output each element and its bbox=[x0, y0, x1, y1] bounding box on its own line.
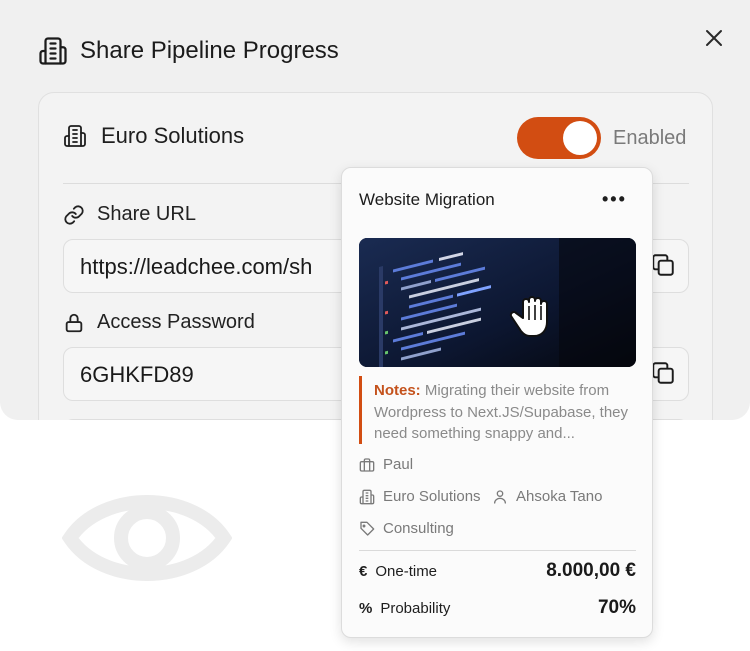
toggle-label: Enabled bbox=[613, 127, 687, 149]
probability-label: Probability bbox=[380, 599, 451, 617]
one-time-value: 8.000,00 € bbox=[546, 560, 636, 581]
probability-row: % Probability 70% bbox=[359, 597, 636, 619]
one-time-row: € One-time 8.000,00 € bbox=[359, 560, 636, 582]
notes-label: Notes: bbox=[374, 382, 421, 399]
one-time-label: One-time bbox=[375, 562, 438, 580]
card-title: Website Migration bbox=[359, 190, 495, 209]
close-icon bbox=[706, 30, 722, 46]
company-name: Euro Solutions bbox=[101, 123, 245, 148]
deal-notes: Notes: Migrating their website from Word… bbox=[359, 376, 636, 444]
copy-icon bbox=[652, 362, 674, 384]
euro-icon: € bbox=[359, 562, 368, 580]
tag-icon bbox=[359, 521, 375, 537]
card-divider bbox=[359, 550, 636, 551]
lock-icon bbox=[63, 312, 85, 334]
copy-password-button[interactable] bbox=[650, 360, 678, 388]
share-toggle[interactable] bbox=[517, 117, 601, 159]
copy-icon bbox=[652, 254, 674, 276]
building-icon bbox=[359, 489, 375, 505]
briefcase-icon bbox=[359, 457, 375, 473]
contact-name: Ahsoka Tano bbox=[516, 488, 603, 505]
building-icon bbox=[63, 124, 87, 148]
password-value: 6GHKFD89 bbox=[80, 362, 194, 387]
probability-key: % Probability bbox=[359, 600, 450, 617]
modal-title: Share Pipeline Progress bbox=[38, 36, 339, 66]
contact-meta: Ahsoka Tano bbox=[492, 488, 602, 505]
copy-url-button[interactable] bbox=[650, 252, 678, 280]
modal-title-text: Share Pipeline Progress bbox=[80, 37, 339, 64]
category-name: Consulting bbox=[383, 520, 454, 537]
card-company: Euro Solutions bbox=[383, 488, 481, 505]
building-icon bbox=[38, 36, 68, 66]
percent-icon: % bbox=[359, 599, 373, 617]
share-url-label: Share URL bbox=[63, 203, 196, 226]
password-label: Access Password bbox=[63, 311, 255, 334]
toggle-knob bbox=[563, 121, 597, 155]
stage: Share Pipeline Progress Euro Solutions E… bbox=[0, 0, 750, 651]
owner-row: Paul bbox=[359, 456, 413, 473]
probability-value: 70% bbox=[597, 597, 636, 618]
link-icon bbox=[63, 204, 85, 226]
deal-card[interactable]: Website Migration ••• Notes: Migrating t… bbox=[341, 167, 653, 638]
share-url-value: https://leadchee.com/sh bbox=[80, 254, 313, 279]
password-label-text: Access Password bbox=[97, 311, 255, 333]
one-time-key: € One-time bbox=[359, 563, 437, 580]
eye-icon bbox=[62, 480, 232, 595]
company-meta: Euro Solutions bbox=[359, 488, 481, 505]
more-options-icon[interactable]: ••• bbox=[602, 190, 627, 208]
category-meta: Consulting bbox=[359, 520, 454, 537]
user-icon bbox=[492, 489, 508, 505]
share-url-label-text: Share URL bbox=[97, 203, 196, 225]
close-button[interactable] bbox=[700, 24, 728, 52]
owner-name: Paul bbox=[383, 456, 414, 473]
company-row: Euro Solutions bbox=[63, 123, 244, 149]
deal-image bbox=[359, 238, 636, 367]
